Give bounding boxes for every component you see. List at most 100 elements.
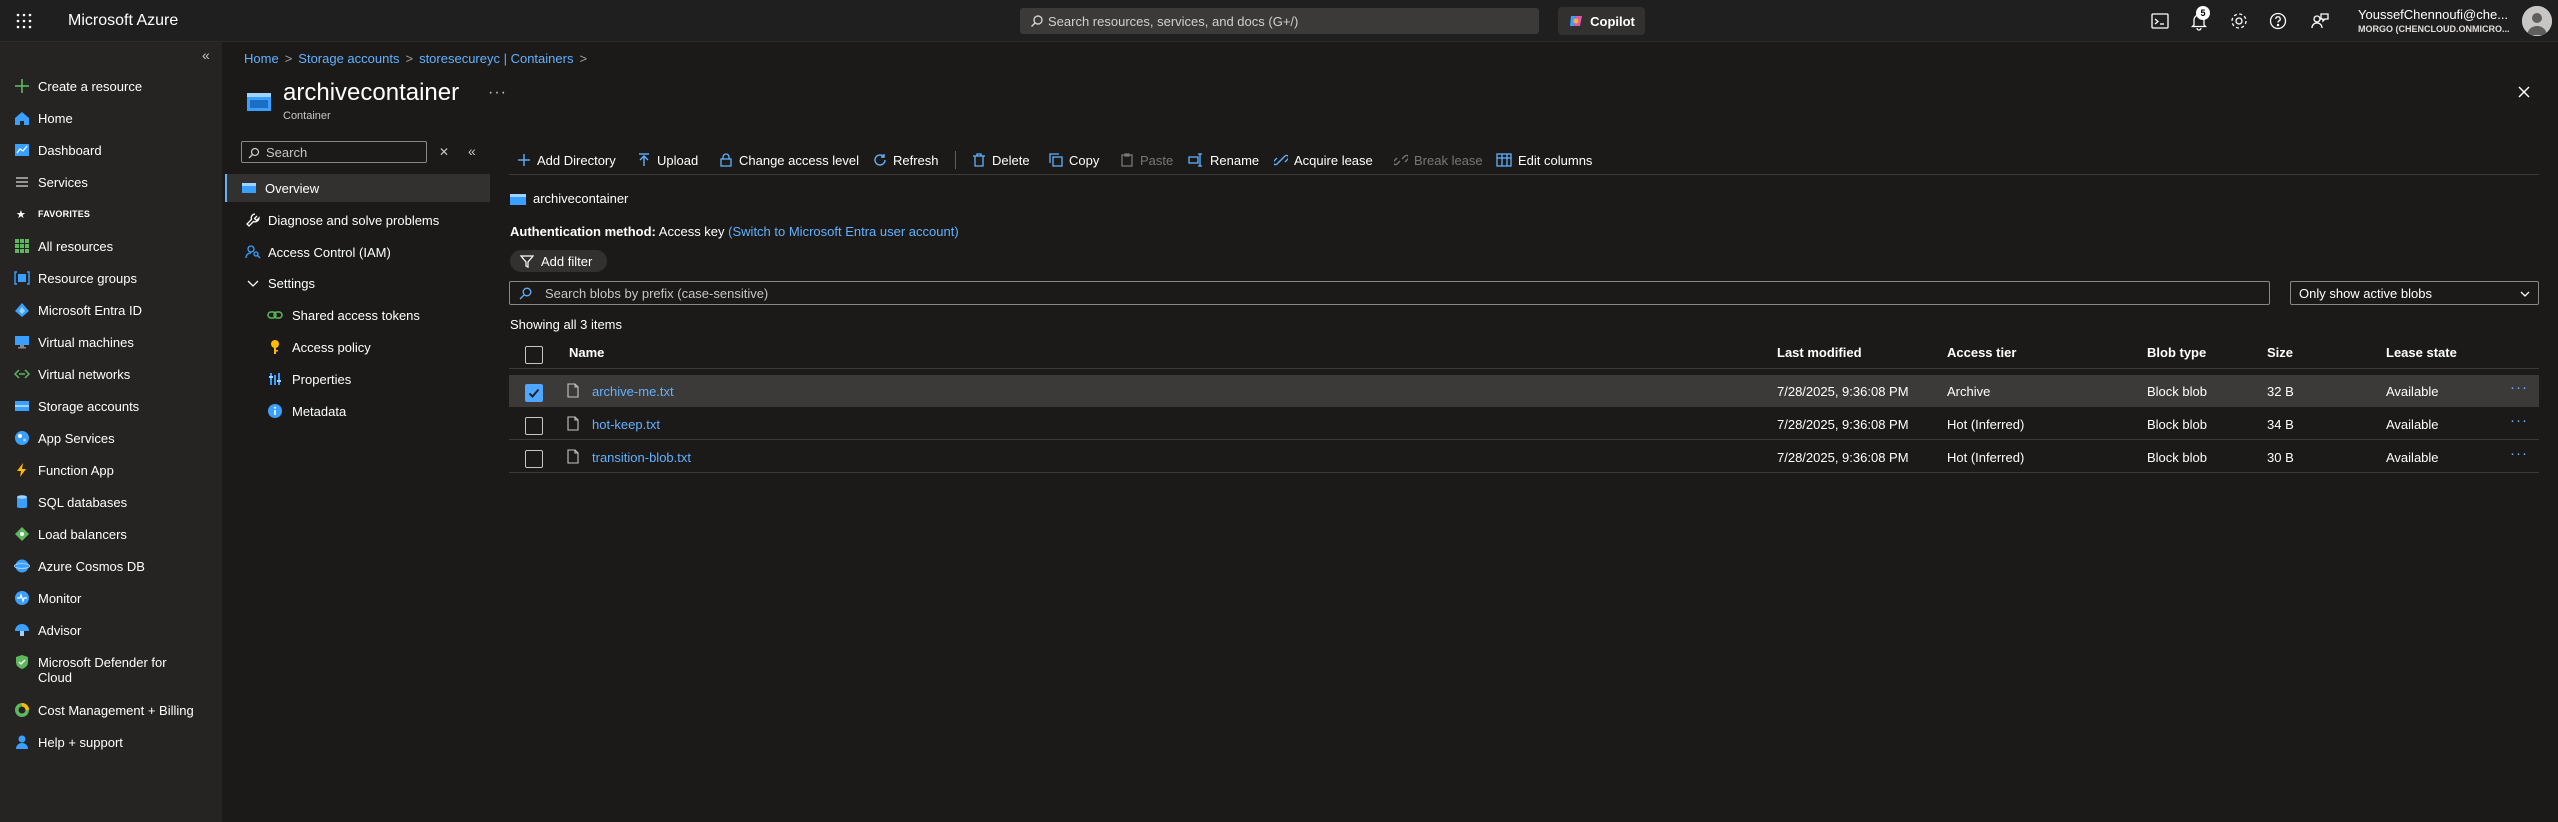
help-icon[interactable]	[2268, 11, 2288, 31]
nav-item-entra-id[interactable]: Microsoft Entra ID	[0, 298, 223, 322]
nav-item-dashboard[interactable]: Dashboard	[0, 138, 223, 162]
lease-link-icon	[1274, 153, 1288, 167]
menu-item-metadata[interactable]: Metadata	[225, 397, 490, 425]
global-search[interactable]	[1020, 8, 1539, 34]
nav-item-defender-for-cloud[interactable]: Microsoft Defender for Cloud	[0, 650, 223, 686]
menu-item-settings[interactable]: Settings	[225, 269, 490, 297]
nav-item-cosmos-db[interactable]: Azure Cosmos DB	[0, 554, 223, 578]
nav-item-virtual-networks[interactable]: Virtual networks	[0, 362, 223, 386]
cloud-shell-icon[interactable]	[2150, 11, 2170, 31]
iam-icon	[245, 244, 261, 260]
blob-type: Block blob	[2147, 384, 2207, 399]
clear-search-icon[interactable]: ✕	[439, 145, 449, 159]
nav-item-services[interactable]: Services	[0, 170, 223, 194]
table-row[interactable]: transition-blob.txt 7/28/2025, 9:36:08 P…	[509, 441, 2539, 473]
menu-item-access-policy[interactable]: Access policy	[225, 333, 490, 361]
container-path-label[interactable]: archivecontainer	[533, 191, 628, 206]
search-icon	[248, 147, 260, 159]
column-header-name[interactable]: Name	[569, 345, 604, 360]
refresh-button[interactable]: Refresh	[873, 151, 939, 169]
feedback-icon[interactable]	[2310, 11, 2330, 31]
nav-item-resource-groups[interactable]: Resource groups	[0, 266, 223, 290]
nav-item-all-resources[interactable]: All resources	[0, 234, 223, 258]
copy-button[interactable]: Copy	[1049, 151, 1099, 169]
menu-item-overview[interactable]: Overview	[225, 174, 490, 202]
nav-item-cost-management[interactable]: Cost Management + Billing	[0, 698, 223, 722]
row-more-options-icon[interactable]: ···	[2510, 445, 2528, 462]
nav-item-load-balancers[interactable]: Load balancers	[0, 522, 223, 546]
copilot-button[interactable]: Copilot	[1558, 7, 1645, 35]
global-search-input[interactable]	[1048, 8, 1528, 34]
settings-gear-icon[interactable]	[2229, 11, 2249, 31]
nav-item-label: Virtual networks	[38, 367, 131, 382]
account-directory[interactable]: MORGO (CHENCLOUD.ONMICRO...	[2358, 24, 2510, 34]
nav-item-advisor[interactable]: Advisor	[0, 618, 223, 642]
user-avatar-icon[interactable]	[2522, 6, 2552, 36]
table-row[interactable]: archive-me.txt 7/28/2025, 9:36:08 PM Arc…	[509, 375, 2539, 407]
column-header-blob-type[interactable]: Blob type	[2147, 345, 2206, 360]
break-lease-button[interactable]: Break lease	[1394, 151, 1483, 169]
nav-item-label: Services	[38, 175, 88, 190]
resource-menu-search-input[interactable]	[266, 142, 424, 162]
row-checkbox[interactable]	[525, 417, 543, 435]
blob-name-link[interactable]: transition-blob.txt	[592, 450, 691, 465]
add-directory-button[interactable]: Add Directory	[517, 151, 616, 169]
edit-columns-button[interactable]: Edit columns	[1496, 151, 1592, 169]
top-bar: Microsoft Azure Copilot 5 YoussefChennou…	[0, 0, 2558, 42]
breadcrumb-containers[interactable]: storesecureyc | Containers	[419, 51, 573, 66]
column-header-access-tier[interactable]: Access tier	[1947, 345, 2016, 360]
blob-prefix-search[interactable]	[509, 281, 2270, 305]
nav-item-create-resource[interactable]: Create a resource	[0, 74, 223, 98]
delete-button[interactable]: Delete	[972, 151, 1030, 169]
row-more-options-icon[interactable]: ···	[2510, 379, 2528, 396]
table-row[interactable]: hot-keep.txt 7/28/2025, 9:36:08 PM Hot (…	[509, 408, 2539, 440]
nav-item-monitor[interactable]: Monitor	[0, 586, 223, 610]
change-access-level-button[interactable]: Change access level	[719, 151, 859, 169]
menu-item-label: Access Control (IAM)	[268, 245, 391, 260]
rename-button[interactable]: Rename	[1188, 151, 1259, 169]
waffle-menu-icon[interactable]	[14, 11, 34, 31]
select-all-checkbox[interactable]	[525, 346, 543, 364]
menu-item-access-control[interactable]: Access Control (IAM)	[225, 238, 490, 266]
nav-item-home[interactable]: Home	[0, 106, 223, 130]
blob-name-link[interactable]: archive-me.txt	[592, 384, 674, 399]
collapse-menu-icon[interactable]: «	[468, 143, 476, 159]
switch-auth-link[interactable]: (Switch to Microsoft Entra user account)	[728, 224, 958, 239]
row-more-options-icon[interactable]: ···	[2510, 412, 2528, 429]
menu-item-shared-access-tokens[interactable]: Shared access tokens	[225, 301, 490, 329]
paste-button[interactable]: Paste	[1120, 151, 1173, 169]
add-filter-button[interactable]: Add filter	[510, 250, 607, 272]
nav-item-label: Cost Management + Billing	[38, 703, 194, 718]
upload-button[interactable]: Upload	[637, 151, 698, 169]
account-name[interactable]: YoussefChennoufi@che...	[2358, 7, 2508, 22]
nav-item-storage-accounts[interactable]: Storage accounts	[0, 394, 223, 418]
more-options-icon[interactable]: ···	[488, 84, 507, 102]
breadcrumb-home[interactable]: Home	[244, 51, 279, 66]
nav-item-virtual-machines[interactable]: Virtual machines	[0, 330, 223, 354]
nav-item-sql-databases[interactable]: SQL databases	[0, 490, 223, 514]
menu-item-properties[interactable]: Properties	[225, 365, 490, 393]
container-icon	[246, 89, 272, 115]
blob-name-link[interactable]: hot-keep.txt	[592, 417, 660, 432]
breadcrumb-storage-accounts[interactable]: Storage accounts	[298, 51, 399, 66]
collapse-sidebar-icon[interactable]: «	[202, 47, 210, 63]
column-header-last-modified[interactable]: Last modified	[1777, 345, 1862, 360]
blob-prefix-search-input[interactable]	[545, 282, 2245, 304]
menu-item-diagnose[interactable]: Diagnose and solve problems	[225, 206, 490, 234]
entra-id-icon	[14, 302, 30, 318]
resource-menu-search[interactable]	[241, 141, 427, 163]
column-header-lease-state[interactable]: Lease state	[2386, 345, 2457, 360]
column-header-size[interactable]: Size	[2267, 345, 2293, 360]
row-checkbox[interactable]	[525, 384, 543, 402]
add-directory-label: Add Directory	[537, 152, 616, 168]
brand-title[interactable]: Microsoft Azure	[68, 12, 178, 30]
active-blobs-dropdown[interactable]: Only show active blobs	[2290, 281, 2539, 305]
acquire-lease-button[interactable]: Acquire lease	[1274, 151, 1373, 169]
auth-method-label: Authentication method:	[510, 224, 656, 239]
nav-item-function-app[interactable]: Function App	[0, 458, 223, 482]
nav-item-app-services[interactable]: App Services	[0, 426, 223, 450]
nav-item-label: SQL databases	[38, 495, 128, 510]
row-checkbox[interactable]	[525, 450, 543, 468]
nav-item-help-support[interactable]: Help + support	[0, 730, 223, 754]
close-icon[interactable]	[2514, 82, 2534, 102]
